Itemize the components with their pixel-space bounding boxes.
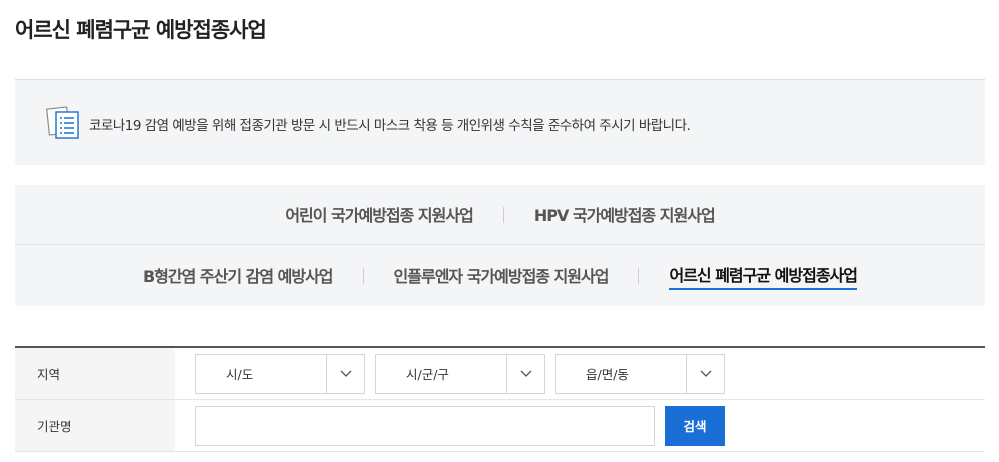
region-row: 지역 시/도 시/군/구 읍/면/동 [15,348,985,400]
tab-row-2: B형간염 주산기 감염 예방사업 인플루엔자 국가예방접종 지원사업 어르신 폐… [15,246,985,306]
institution-label: 기관명 [15,400,175,451]
chevron-down-icon [506,354,544,393]
tab-hepatitis-b-prevention[interactable]: B형간염 주산기 감염 예방사업 [143,263,334,289]
eupmyeondong-select-value: 읍/면/동 [586,367,629,382]
eupmyeondong-select[interactable]: 읍/면/동 [555,353,725,394]
chevron-down-icon [326,354,364,393]
sigungu-select[interactable]: 시/군/구 [375,353,545,394]
program-tabs: 어린이 국가예방접종 지원사업 HPV 국가예방접종 지원사업 B형간염 주산기… [15,185,985,306]
institution-name-input[interactable] [195,405,655,446]
region-selects: 시/도 시/군/구 읍/면/동 [175,348,985,399]
search-button[interactable]: 검색 [665,405,725,446]
tab-divider [502,206,504,223]
sigungu-select-value: 시/군/구 [406,367,449,382]
chevron-down-icon [686,354,724,393]
tab-divider [362,268,364,284]
tab-senior-pneumococcal[interactable]: 어르신 폐렴구균 예방접종사업 [669,262,858,290]
document-list-icon [45,106,81,140]
page-title: 어르신 폐렴구균 예방접종사업 [15,18,267,42]
region-label: 지역 [15,348,175,399]
notice-text: 코로나19 감염 예방을 위해 접종기관 방문 시 반드시 마스크 착용 등 개… [89,118,691,134]
sido-select-value: 시/도 [226,367,254,382]
tab-child-vaccination[interactable]: 어린이 국가예방접종 지원사업 [285,202,474,228]
sido-select[interactable]: 시/도 [195,353,365,394]
tab-hpv-vaccination[interactable]: HPV 국가예방접종 지원사업 [534,202,716,228]
tab-influenza-vaccination[interactable]: 인플루엔자 국가예방접종 지원사업 [394,263,610,289]
tab-row-1: 어린이 국가예방접종 지원사업 HPV 국가예방접종 지원사업 [15,185,985,245]
notice-box: 코로나19 감염 예방을 위해 접종기관 방문 시 반드시 마스크 착용 등 개… [15,80,985,165]
search-form: 지역 시/도 시/군/구 읍/면/동 기관명 검색 [15,346,985,452]
institution-row: 기관명 검색 [15,400,985,452]
institution-field: 검색 [175,400,985,451]
tab-divider [638,268,640,284]
